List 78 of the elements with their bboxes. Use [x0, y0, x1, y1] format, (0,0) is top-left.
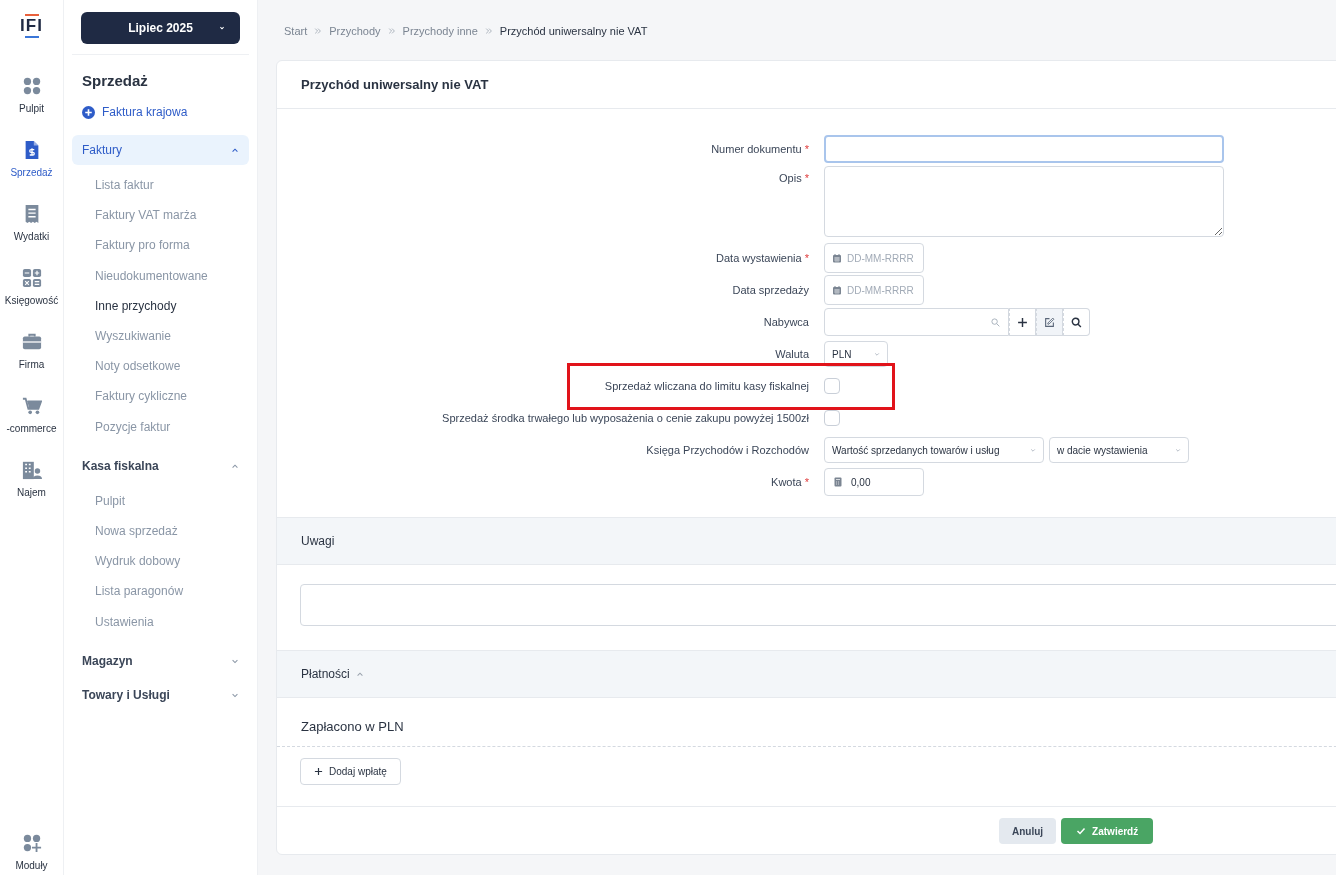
buyer-field[interactable] [824, 308, 1009, 336]
chevron-up-icon [231, 146, 239, 154]
remarks-field[interactable] [300, 584, 1336, 626]
search-button[interactable] [1063, 308, 1090, 336]
description-field[interactable] [824, 166, 1224, 237]
required-mark: * [804, 476, 809, 488]
chevron-right-icon [387, 26, 396, 35]
chevron-down-icon [1175, 447, 1181, 453]
field-label: Kwota [771, 476, 802, 488]
nav-item[interactable]: Pulpit [0, 76, 63, 114]
calculator-icon [21, 268, 42, 288]
period-dropdown[interactable]: Lipiec 2025 [81, 12, 240, 44]
section-header: Uwagi [301, 534, 335, 548]
menu-group[interactable]: Magazyn [72, 645, 249, 676]
nav-item[interactable]: Moduły [0, 833, 63, 875]
field-label: Księga Przychodów i Rozchodów [646, 444, 809, 456]
select-field[interactable]: w dacie wystawienia [1049, 437, 1189, 463]
calendar-icon [832, 253, 842, 263]
required-mark: * [804, 252, 809, 264]
search-icon [1071, 316, 1082, 328]
field-label: Waluta [775, 348, 809, 360]
chevron-down-icon [1030, 447, 1036, 453]
chevron-down-icon [874, 351, 880, 357]
nav-item[interactable]: Firma [0, 332, 63, 370]
nav-item[interactable]: Sprzedaż [0, 140, 63, 178]
check-icon [1076, 826, 1087, 836]
calculator-icon [833, 477, 843, 487]
search-icon [991, 317, 1000, 327]
plus-icon [314, 767, 323, 776]
briefcase-icon [21, 332, 42, 352]
breadcrumb-item[interactable]: Przychody [329, 24, 381, 37]
calendar-icon [832, 285, 842, 295]
grid-icon [21, 76, 42, 96]
breadcrumb-item[interactable]: Start [284, 24, 308, 37]
add-payment-button[interactable]: Dodaj wpłatę [300, 758, 401, 785]
edit-icon [1044, 316, 1055, 328]
chevron-down-icon [218, 24, 226, 32]
add-button[interactable] [1009, 308, 1036, 336]
field-label: Data wystawienia [716, 252, 802, 264]
chevron-right-icon [314, 26, 323, 35]
required-mark: * [804, 172, 809, 184]
cancel-button[interactable]: Anuluj [999, 818, 1057, 844]
nav-item[interactable]: Najem [0, 460, 63, 498]
payments-subtitle: Zapłacono w PLN [301, 719, 404, 734]
field-label: Opis [779, 172, 802, 184]
form-title: Przychód uniwersalny nie VAT [301, 77, 489, 92]
breadcrumb-item: Przychód uniwersalny nie VAT [499, 24, 648, 37]
select-field[interactable]: Wartość sprzedanych towarów i usług [824, 437, 1044, 463]
document-number-field[interactable] [824, 135, 1224, 163]
section-header[interactable]: Płatności [301, 667, 350, 681]
checkbox[interactable] [824, 378, 840, 394]
plus-icon [1017, 316, 1028, 328]
field-label: Numer dokumentu [711, 143, 802, 155]
section-title: Sprzedaż [82, 72, 149, 89]
edit-button[interactable] [1036, 308, 1063, 336]
menu-group[interactable]: Kasa fiskalna [72, 450, 249, 481]
nav-item[interactable]: Wydatki [0, 204, 63, 242]
field-label: Nabywca [763, 316, 809, 328]
chevron-up-icon[interactable] [355, 670, 364, 678]
checkbox[interactable] [824, 410, 840, 426]
cart-icon [21, 396, 42, 416]
field-label: Sprzedaż środka trwałego lub wyposażenia o cenie zakupu powyżej 1500zł [442, 412, 809, 424]
field-label: Data sprzedaży [732, 284, 809, 296]
new-invoice-link[interactable]: Faktura krajowa [82, 105, 249, 119]
logo[interactable]: IFI [20, 14, 43, 38]
field-label: Sprzedaż wliczana do limitu kasy fiskalnej [604, 380, 809, 392]
dots-plus-icon [21, 833, 42, 853]
breadcrumb-item[interactable]: Przychody inne [402, 24, 478, 37]
menu-item[interactable]: Inne przychody [72, 290, 249, 321]
nav-item[interactable]: -commerce [0, 396, 63, 434]
chevron-right-icon [484, 26, 493, 35]
menu-group[interactable]: Faktury [72, 135, 249, 165]
plus-circle-icon [82, 105, 95, 119]
building-person-icon [21, 460, 42, 480]
amount-field[interactable]: 0,00 [824, 468, 924, 496]
required-mark: * [804, 143, 809, 155]
nav-item[interactable]: Księgowość [0, 268, 63, 306]
menu-group[interactable]: Towary i Usługi [72, 679, 249, 710]
